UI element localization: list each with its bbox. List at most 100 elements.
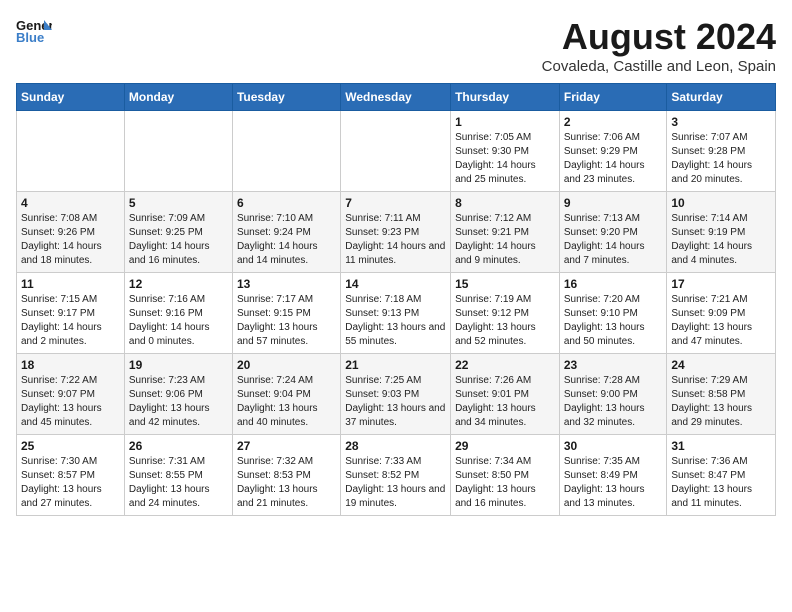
location: Covaleda, Castille and Leon, Spain [542,58,776,75]
calendar-cell: 17 Sunrise: 7:21 AM Sunset: 9:09 PM Dayli… [667,273,776,354]
weekday-header-thursday: Thursday [451,84,560,111]
day-info: Sunrise: 7:06 AM Sunset: 9:29 PM Dayligh… [564,131,663,187]
calendar-cell: 1Sunrise: 7:05 AM Sunset: 9:30 PM Daylig… [451,111,560,192]
day-number: 31 [671,439,771,453]
calendar-cell: 12 Sunrise: 7:16 AM Sunset: 9:16 PM Dayli… [124,273,232,354]
day-number: 23 [564,358,663,372]
weekday-header-wednesday: Wednesday [341,84,451,111]
calendar-cell: 10 Sunrise: 7:14 AM Sunset: 9:19 PM Dayli… [667,192,776,273]
day-info: Sunrise: 7:17 AM Sunset: 9:15 PM Dayligh… [237,293,336,349]
calendar-cell: 29 Sunrise: 7:34 AM Sunset: 8:50 PM Dayli… [451,435,560,516]
day-number: 1 [455,115,555,129]
day-info: Sunrise: 7:28 AM Sunset: 9:00 PM Dayligh… [564,374,663,430]
day-info: Sunrise: 7:29 AM Sunset: 8:58 PM Dayligh… [671,374,771,430]
calendar-week-1: 1Sunrise: 7:05 AM Sunset: 9:30 PM Daylig… [17,111,776,192]
title-block: August 2024 Covaleda, Castille and Leon,… [542,16,776,75]
day-info: Sunrise: 7:35 AM Sunset: 8:49 PM Dayligh… [564,455,663,511]
day-info: Sunrise: 7:21 AM Sunset: 9:09 PM Dayligh… [671,293,771,349]
calendar-cell: 25Sunrise: 7:30 AM Sunset: 8:57 PM Dayli… [17,435,125,516]
calendar-cell: 30 Sunrise: 7:35 AM Sunset: 8:49 PM Dayli… [559,435,667,516]
day-number: 22 [455,358,555,372]
day-info: Sunrise: 7:11 AM Sunset: 9:23 PM Dayligh… [345,212,446,268]
day-number: 16 [564,277,663,291]
calendar-cell: 16 Sunrise: 7:20 AM Sunset: 9:10 PM Dayli… [559,273,667,354]
calendar-cell: 11 Sunrise: 7:15 AM Sunset: 9:17 PM Dayli… [17,273,125,354]
calendar-cell [124,111,232,192]
calendar-cell: 18 Sunrise: 7:22 AM Sunset: 9:07 PM Dayli… [17,354,125,435]
day-number: 21 [345,358,446,372]
calendar-cell: 5 Sunrise: 7:09 AM Sunset: 9:25 PM Daylig… [124,192,232,273]
calendar-cell: 15 Sunrise: 7:19 AM Sunset: 9:12 PM Dayli… [451,273,560,354]
calendar-cell: 24Sunrise: 7:29 AM Sunset: 8:58 PM Dayli… [667,354,776,435]
day-number: 29 [455,439,555,453]
day-info: Sunrise: 7:24 AM Sunset: 9:04 PM Dayligh… [237,374,336,430]
day-info: Sunrise: 7:22 AM Sunset: 9:07 PM Dayligh… [21,374,120,430]
day-info: Sunrise: 7:31 AM Sunset: 8:55 PM Dayligh… [129,455,228,511]
day-number: 25 [21,439,120,453]
calendar-cell: 6Sunrise: 7:10 AM Sunset: 9:24 PM Daylig… [232,192,340,273]
calendar-cell: 3 Sunrise: 7:07 AM Sunset: 9:28 PM Daylig… [667,111,776,192]
calendar-table: SundayMondayTuesdayWednesdayThursdayFrid… [16,83,776,516]
calendar-body: 1Sunrise: 7:05 AM Sunset: 9:30 PM Daylig… [17,111,776,516]
weekday-header-sunday: Sunday [17,84,125,111]
calendar-cell [341,111,451,192]
day-info: Sunrise: 7:12 AM Sunset: 9:21 PM Dayligh… [455,212,555,268]
logo-icon: General Blue [16,16,52,44]
day-number: 5 [129,196,228,210]
day-number: 2 [564,115,663,129]
calendar-cell: 9Sunrise: 7:13 AM Sunset: 9:20 PM Daylig… [559,192,667,273]
day-number: 26 [129,439,228,453]
day-info: Sunrise: 7:09 AM Sunset: 9:25 PM Dayligh… [129,212,228,268]
day-number: 30 [564,439,663,453]
weekday-header-row: SundayMondayTuesdayWednesdayThursdayFrid… [17,84,776,111]
weekday-header-tuesday: Tuesday [232,84,340,111]
day-info: Sunrise: 7:16 AM Sunset: 9:16 PM Dayligh… [129,293,228,349]
calendar-cell [232,111,340,192]
day-number: 19 [129,358,228,372]
calendar-cell: 2 Sunrise: 7:06 AM Sunset: 9:29 PM Daylig… [559,111,667,192]
calendar-cell: 19 Sunrise: 7:23 AM Sunset: 9:06 PM Dayli… [124,354,232,435]
day-info: Sunrise: 7:34 AM Sunset: 8:50 PM Dayligh… [455,455,555,511]
day-info: Sunrise: 7:15 AM Sunset: 9:17 PM Dayligh… [21,293,120,349]
day-number: 3 [671,115,771,129]
calendar-cell: 13Sunrise: 7:17 AM Sunset: 9:15 PM Dayli… [232,273,340,354]
day-number: 20 [237,358,336,372]
day-number: 17 [671,277,771,291]
calendar-cell: 4 Sunrise: 7:08 AM Sunset: 9:26 PM Daylig… [17,192,125,273]
day-info: Sunrise: 7:14 AM Sunset: 9:19 PM Dayligh… [671,212,771,268]
day-number: 7 [345,196,446,210]
day-info: Sunrise: 7:08 AM Sunset: 9:26 PM Dayligh… [21,212,120,268]
calendar-cell: 28 Sunrise: 7:33 AM Sunset: 8:52 PM Dayli… [341,435,451,516]
calendar-cell: 26 Sunrise: 7:31 AM Sunset: 8:55 PM Dayli… [124,435,232,516]
day-info: Sunrise: 7:19 AM Sunset: 9:12 PM Dayligh… [455,293,555,349]
day-info: Sunrise: 7:07 AM Sunset: 9:28 PM Dayligh… [671,131,771,187]
day-info: Sunrise: 7:23 AM Sunset: 9:06 PM Dayligh… [129,374,228,430]
logo: General Blue [16,16,52,44]
day-info: Sunrise: 7:36 AM Sunset: 8:47 PM Dayligh… [671,455,771,511]
calendar-cell: 27Sunrise: 7:32 AM Sunset: 8:53 PM Dayli… [232,435,340,516]
day-number: 12 [129,277,228,291]
calendar-cell: 7 Sunrise: 7:11 AM Sunset: 9:23 PM Daylig… [341,192,451,273]
day-info: Sunrise: 7:20 AM Sunset: 9:10 PM Dayligh… [564,293,663,349]
day-info: Sunrise: 7:13 AM Sunset: 9:20 PM Dayligh… [564,212,663,268]
weekday-header-friday: Friday [559,84,667,111]
calendar-cell: 23 Sunrise: 7:28 AM Sunset: 9:00 PM Dayli… [559,354,667,435]
day-number: 18 [21,358,120,372]
calendar-cell: 31 Sunrise: 7:36 AM Sunset: 8:47 PM Dayli… [667,435,776,516]
day-number: 8 [455,196,555,210]
day-number: 14 [345,277,446,291]
day-number: 11 [21,277,120,291]
day-number: 28 [345,439,446,453]
calendar-cell: 14Sunrise: 7:18 AM Sunset: 9:13 PM Dayli… [341,273,451,354]
weekday-header-saturday: Saturday [667,84,776,111]
calendar-week-3: 11 Sunrise: 7:15 AM Sunset: 9:17 PM Dayli… [17,273,776,354]
day-number: 10 [671,196,771,210]
calendar-cell [17,111,125,192]
calendar-cell: 8 Sunrise: 7:12 AM Sunset: 9:21 PM Daylig… [451,192,560,273]
day-info: Sunrise: 7:33 AM Sunset: 8:52 PM Dayligh… [345,455,446,511]
calendar-cell: 22Sunrise: 7:26 AM Sunset: 9:01 PM Dayli… [451,354,560,435]
day-number: 15 [455,277,555,291]
day-info: Sunrise: 7:25 AM Sunset: 9:03 PM Dayligh… [345,374,446,430]
day-info: Sunrise: 7:32 AM Sunset: 8:53 PM Dayligh… [237,455,336,511]
day-number: 4 [21,196,120,210]
